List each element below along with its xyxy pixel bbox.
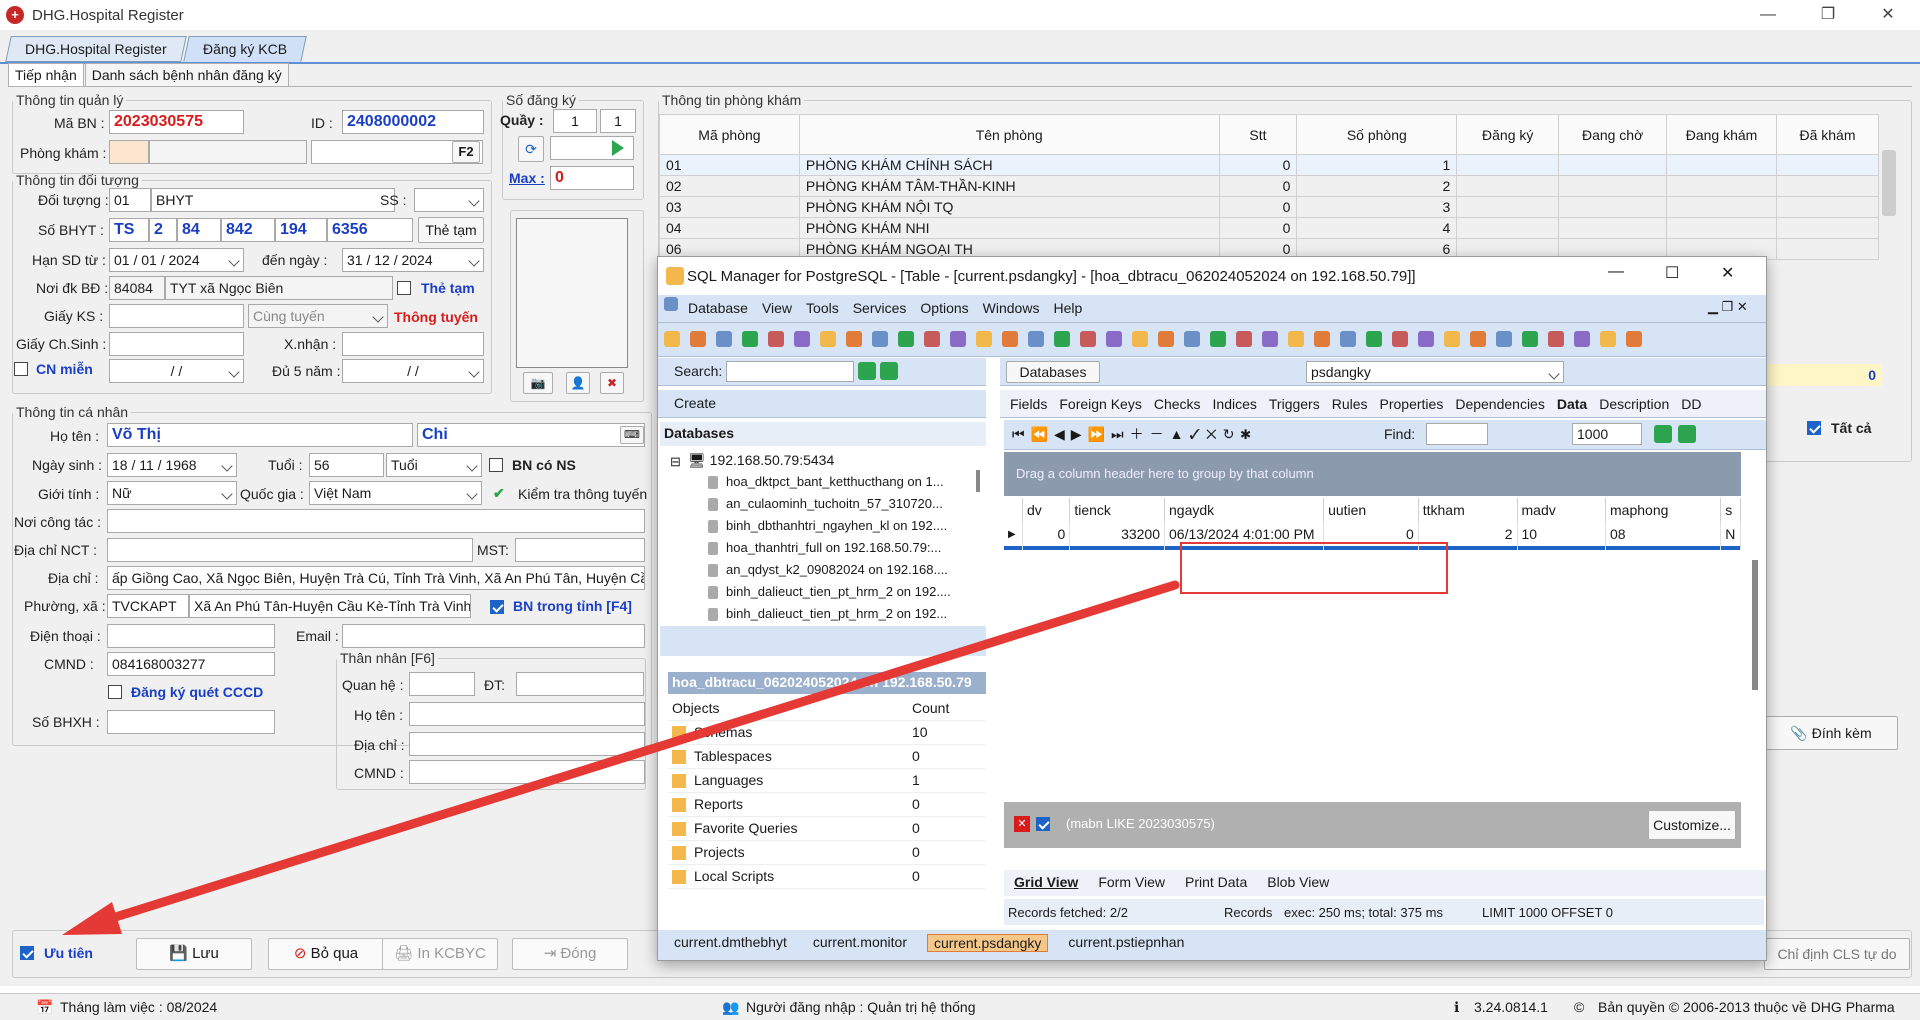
annotation-arrow [62, 580, 1180, 935]
